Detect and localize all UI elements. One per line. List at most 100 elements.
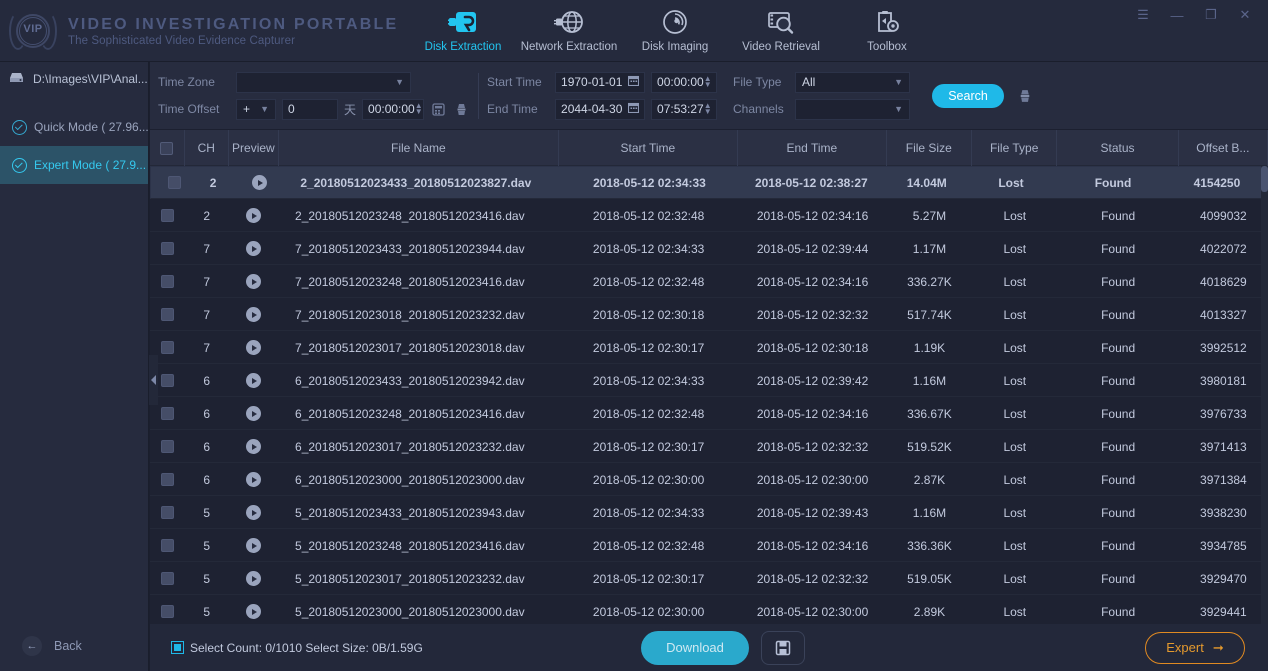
table-row[interactable]: 7 7_20180512023017_20180512023018.dav 2018… [150,331,1268,364]
row-checkbox[interactable] [160,506,174,519]
tab-toolbox[interactable]: Toolbox [834,2,940,60]
sidebar-path-item[interactable]: D:\Images\VIP\Anal... [0,62,148,96]
row-checkbox[interactable] [160,275,174,288]
cell-checkbox[interactable] [150,298,185,331]
play-icon[interactable] [246,307,262,322]
play-icon[interactable] [246,538,262,553]
cell-preview[interactable] [229,595,279,624]
table-row[interactable]: 6 6_20180512023248_20180512023416.dav 2018… [150,397,1268,430]
time-offset-days-input[interactable]: 0 [282,98,338,120]
table-row[interactable]: 6 6_20180512023000_20180512023000.dav 2018… [150,463,1268,496]
column-header-preview[interactable]: Preview [229,130,280,166]
cell-preview[interactable] [229,496,279,529]
row-checkbox[interactable] [160,605,174,618]
cell-checkbox[interactable] [150,562,185,595]
spinner-icon[interactable]: ▲ ▼ [704,102,712,116]
tab-disk-extraction[interactable]: Disk Extraction [410,2,516,60]
column-header-ch[interactable]: CH [185,130,229,166]
column-header-file_name[interactable]: File Name [279,130,559,166]
table-row[interactable]: 5 5_20180512023017_20180512023232.dav 2018… [150,562,1268,595]
cell-preview[interactable] [229,463,279,496]
column-header-file_type[interactable]: File Type [972,130,1058,166]
sidebar-item-expert-mode[interactable]: Expert Mode ( 27.9... [0,146,148,184]
play-icon[interactable] [246,571,262,586]
play-icon[interactable] [246,274,262,289]
tab-disk-imaging[interactable]: Disk Imaging [622,2,728,60]
calendar-icon[interactable] [627,102,640,116]
start-date-input[interactable]: 1970-01-01 [555,71,646,93]
row-checkbox[interactable] [160,473,174,486]
start-clock-input[interactable]: 00:00:00 ▲ ▼ [651,71,718,93]
column-header-start_time[interactable]: Start Time [559,130,739,166]
row-checkbox[interactable] [160,572,174,585]
table-row[interactable]: 5 5_20180512023433_20180512023943.dav 2018… [150,496,1268,529]
calendar-icon[interactable] [627,75,640,89]
cell-preview[interactable] [235,166,285,199]
play-icon[interactable] [246,439,262,454]
play-icon[interactable] [246,472,262,487]
time-offset-sign-select[interactable]: + ▼ [236,98,276,120]
table-scrollbar[interactable] [1261,166,1268,624]
select-all-checkbox[interactable] [160,141,174,155]
play-icon[interactable] [246,406,262,421]
cell-preview[interactable] [229,397,279,430]
search-button[interactable]: Search [932,83,1005,108]
row-checkbox[interactable] [160,440,174,453]
play-icon[interactable] [246,505,262,520]
cell-preview[interactable] [229,364,279,397]
cell-checkbox[interactable] [157,166,191,199]
column-header-end_time[interactable]: End Time [738,130,887,166]
column-header-status[interactable]: Status [1057,130,1179,166]
spinner-icon[interactable]: ▲ ▼ [704,75,712,89]
cell-checkbox[interactable] [150,430,185,463]
row-checkbox[interactable] [160,374,174,387]
channels-select[interactable]: ▼ [795,98,911,120]
brush-icon[interactable] [1016,87,1033,104]
cell-checkbox[interactable] [150,529,185,562]
cell-preview[interactable] [229,265,279,298]
menu-icon[interactable]: ☰ [1126,0,1160,30]
column-header-offset[interactable]: Offset B... [1179,130,1268,166]
table-row[interactable]: 6 6_20180512023433_20180512023942.dav 2018… [150,364,1268,397]
table-row[interactable]: 5 5_20180512023248_20180512023416.dav 2018… [150,529,1268,562]
back-button[interactable]: ← Back [0,621,149,671]
row-checkbox[interactable] [160,407,174,420]
column-header-file_size[interactable]: File Size [887,130,972,166]
cell-preview[interactable] [229,298,279,331]
cell-preview[interactable] [229,331,279,364]
row-checkbox[interactable] [160,242,174,255]
cell-preview[interactable] [229,430,279,463]
row-checkbox[interactable] [160,341,174,354]
table-row[interactable]: 2 2_20180512023433_20180512023827.dav 2018… [150,166,1268,199]
table-row[interactable]: 5 5_20180512023000_20180512023000.dav 2018… [150,595,1268,624]
maximize-icon[interactable]: ❐ [1194,0,1228,30]
play-icon[interactable] [246,208,262,223]
cell-checkbox[interactable] [150,265,185,298]
tab-video-retrieval[interactable]: Video Retrieval [728,2,834,60]
cell-checkbox[interactable] [150,232,185,265]
cell-preview[interactable] [229,232,279,265]
cell-preview[interactable] [229,199,279,232]
row-checkbox[interactable] [160,539,174,552]
cell-checkbox[interactable] [150,595,185,624]
minimize-icon[interactable]: — [1160,0,1194,30]
cell-checkbox[interactable] [150,199,185,232]
play-icon[interactable] [251,175,267,190]
row-checkbox[interactable] [160,209,174,222]
table-row[interactable]: 7 7_20180512023018_20180512023232.dav 2018… [150,298,1268,331]
table-row[interactable]: 6 6_20180512023017_20180512023232.dav 2018… [150,430,1268,463]
brush-icon[interactable] [453,101,470,118]
row-checkbox[interactable] [160,308,174,321]
sidebar-collapse-handle[interactable] [149,355,158,405]
scrollbar-thumb[interactable] [1261,166,1268,192]
spinner-icon[interactable]: ▲ ▼ [415,102,423,116]
column-header-checkbox[interactable] [150,130,185,166]
play-icon[interactable] [246,373,262,388]
file-type-select[interactable]: All ▼ [795,71,911,93]
cell-checkbox[interactable] [150,463,185,496]
play-icon[interactable] [246,604,262,619]
sidebar-item-quick-mode[interactable]: Quick Mode ( 27.96... [0,108,148,146]
end-date-input[interactable]: 2044-04-30 [555,98,646,120]
play-icon[interactable] [246,241,262,256]
cell-checkbox[interactable] [150,496,185,529]
